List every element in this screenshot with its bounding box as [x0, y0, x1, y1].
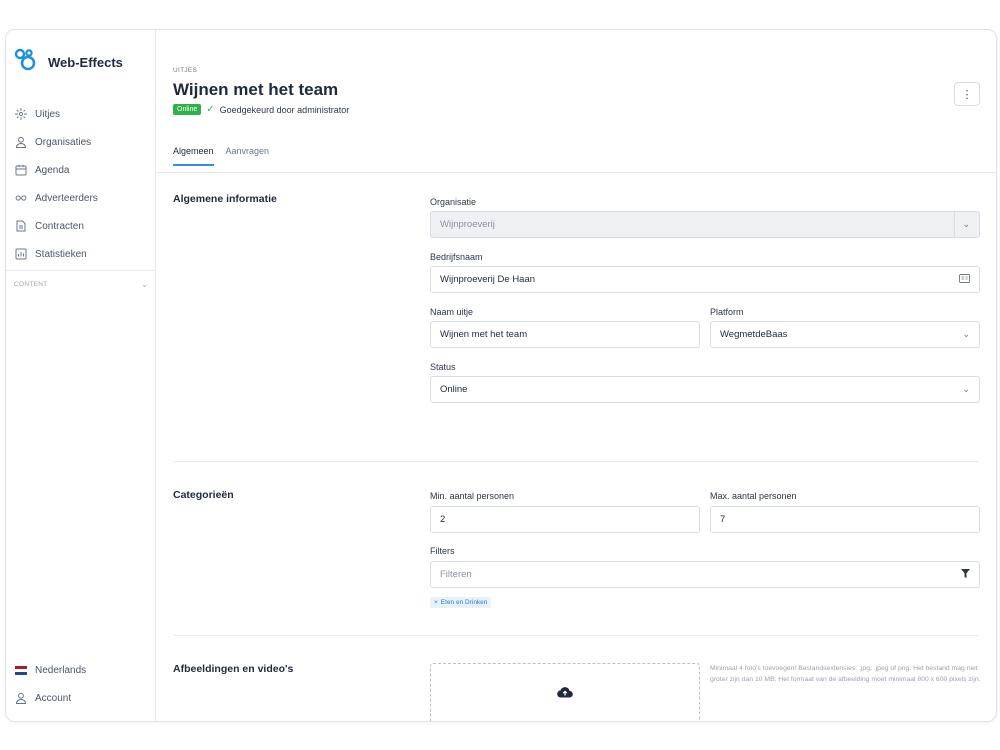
bedrijfsnaam-value: Wijnproeverij De Haan	[440, 274, 536, 285]
chevron-down-icon: ⌄	[954, 212, 970, 237]
section-title-general: Algemene informatie	[173, 193, 277, 205]
account-label: Account	[35, 692, 72, 704]
sidebar-item-label: Adverteerders	[35, 192, 98, 204]
sidebar-item-label: Agenda	[35, 164, 70, 176]
platform-value: WegmetdeBaas	[720, 329, 788, 340]
filters-placeholder: Filteren	[440, 569, 472, 580]
filters-input[interactable]: Filteren	[430, 561, 980, 588]
status-row: Online ✓ Goedgekeurd door administrator	[173, 104, 349, 115]
naam-uitje-value: Wijnen met het team	[440, 329, 528, 340]
compass-icon	[14, 108, 27, 121]
sidebar-item-label: Uitjes	[35, 108, 61, 120]
filter-icon[interactable]	[961, 569, 970, 580]
sidebar-item-adverteerders[interactable]: Adverteerders	[14, 184, 148, 212]
organisatie-select: Wijnproeverij ⌄	[430, 211, 980, 238]
tab-bar: Algemeen Aanvragen	[173, 146, 269, 166]
id-card-icon	[959, 274, 970, 285]
sidebar-item-contracten[interactable]: Contracten	[14, 212, 148, 240]
max-personen-value: 7	[720, 514, 726, 525]
status-label: Status	[430, 362, 456, 372]
sidebar-divider	[6, 270, 156, 271]
status-value: Online	[440, 384, 468, 395]
sidebar-bottom: Nederlands Account	[14, 656, 148, 712]
approval-text: Goedgekeurd door administrator	[219, 104, 350, 115]
page-title: Wijnen met het team	[173, 80, 339, 99]
brand[interactable]: Web-Effects	[14, 48, 123, 77]
sidebar-item-label: Statistieken	[35, 248, 87, 260]
sidebar-section-content[interactable]: CONTENT ⌄	[14, 280, 148, 289]
close-icon[interactable]: ×	[434, 599, 438, 606]
organisatie-label: Organisatie	[430, 197, 477, 207]
document-icon	[14, 220, 27, 233]
section-divider	[173, 635, 978, 636]
glasses-icon	[14, 192, 27, 205]
chart-icon	[14, 248, 27, 261]
platform-select[interactable]: WegmetdeBaas ⌄	[710, 321, 980, 348]
max-personen-field[interactable]: 7	[710, 506, 980, 533]
chevron-down-icon: ⌄	[962, 329, 970, 339]
brand-name: Web-Effects	[48, 55, 123, 70]
sidebar-item-uitjes[interactable]: Uitjes	[14, 100, 148, 128]
cloud-upload-icon	[557, 685, 573, 703]
section-title-categories: Categorieën	[173, 489, 234, 501]
bedrijfsnaam-field[interactable]: Wijnproeverij De Haan	[430, 266, 980, 293]
language-label: Nederlands	[35, 664, 87, 676]
filter-tag[interactable]: × Eten en Drinken	[430, 597, 492, 608]
form-content: Algemene informatie Organisatie Wijnproe…	[156, 173, 996, 721]
status-badge: Online	[173, 104, 202, 115]
user-icon	[14, 136, 27, 149]
section-divider	[173, 461, 978, 462]
language-switcher[interactable]: Nederlands	[14, 656, 148, 684]
calendar-icon	[14, 164, 27, 177]
organisatie-value: Wijnproeverij	[440, 219, 495, 230]
more-options-button[interactable]: ⋮	[954, 82, 980, 106]
sidebar-item-organisaties[interactable]: Organisaties	[14, 128, 148, 156]
sidebar-item-agenda[interactable]: Agenda	[14, 156, 148, 184]
user-icon	[14, 692, 27, 705]
sidebar: Web-Effects Uitjes Organisaties Agenda A…	[6, 30, 156, 721]
flag-nl-icon	[14, 664, 27, 677]
main-content: UITJES Wijnen met het team Online ✓ Goed…	[156, 30, 996, 721]
upload-dropzone[interactable]	[430, 663, 700, 721]
sidebar-section-label: CONTENT	[14, 281, 48, 288]
section-title-media: Afbeeldingen en video's	[173, 663, 294, 675]
more-vertical-icon: ⋮	[961, 88, 973, 101]
app-window: Web-Effects Uitjes Organisaties Agenda A…	[5, 29, 997, 722]
sidebar-item-statistieken[interactable]: Statistieken	[14, 240, 148, 268]
filters-label: Filters	[430, 546, 455, 556]
sidebar-nav: Uitjes Organisaties Agenda Adverteerders	[14, 100, 148, 268]
status-select[interactable]: Online ⌄	[430, 376, 980, 403]
min-personen-label: Min. aantal personen	[430, 491, 515, 501]
platform-label: Platform	[710, 307, 744, 317]
max-personen-label: Max. aantal personen	[710, 491, 797, 501]
naam-uitje-field[interactable]: Wijnen met het team	[430, 321, 700, 348]
filter-tag-label: Eten en Drinken	[440, 599, 488, 606]
sidebar-item-label: Organisaties	[35, 136, 92, 148]
breadcrumb[interactable]: UITJES	[173, 67, 197, 74]
bedrijfsnaam-label: Bedrijfsnaam	[430, 252, 483, 262]
brand-logo-icon	[14, 48, 40, 77]
chevron-down-icon: ⌄	[962, 384, 970, 394]
naam-uitje-label: Naam uitje	[430, 307, 474, 317]
upload-hint: Minimaal 4 foto's toevoegen! Bestandsext…	[710, 665, 981, 683]
min-personen-field[interactable]: 2	[430, 506, 700, 533]
chevron-down-icon: ⌄	[141, 280, 148, 289]
check-icon: ✓	[206, 104, 215, 115]
tab-aanvragen[interactable]: Aanvragen	[226, 146, 270, 166]
page-header: UITJES Wijnen met het team Online ✓ Goed…	[156, 30, 996, 173]
account-menu[interactable]: Account	[14, 684, 148, 712]
sidebar-item-label: Contracten	[35, 220, 84, 232]
tab-algemeen[interactable]: Algemeen	[173, 146, 214, 166]
min-personen-value: 2	[440, 514, 446, 525]
